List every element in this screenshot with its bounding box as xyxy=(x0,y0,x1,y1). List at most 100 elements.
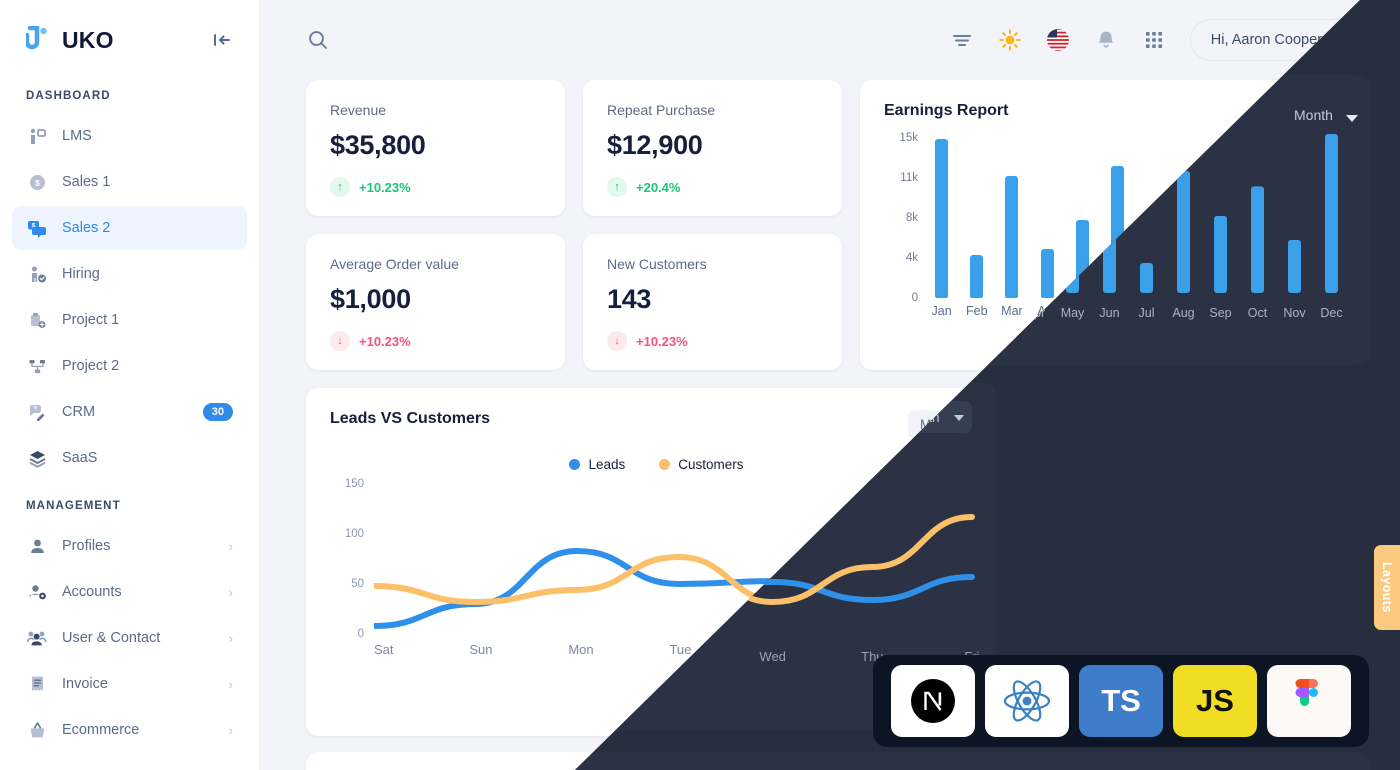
arrow-down-icon: ↓ xyxy=(330,331,350,351)
user-menu-button[interactable]: Hi, Aaron Cooper xyxy=(1189,19,1370,61)
bar-x-label: Feb xyxy=(965,304,988,318)
line-axis-tick: 50 xyxy=(351,578,364,590)
sidebar-item-label: Hiring xyxy=(62,266,100,282)
stat-delta-text: +10.23% xyxy=(359,333,411,349)
chevron-right-icon: › xyxy=(228,584,233,600)
online-status-dot xyxy=(1353,46,1363,56)
earnings-report-card: Earnings Report Month 0 4k 8k 11k 15k Jan Feb… xyxy=(860,80,1370,370)
sidebar-header: UKO xyxy=(0,0,259,80)
nextjs-logo-tile[interactable] xyxy=(891,665,975,737)
bell-icon[interactable] xyxy=(1094,28,1118,52)
sidebar-item-invoice[interactable]: Invoice › xyxy=(12,662,247,706)
basket-icon xyxy=(26,719,48,741)
legend-dot xyxy=(569,459,581,470)
stat-card-repeat-purchase: Repeat Purchase $12,900 ↑ +20.4% xyxy=(583,80,842,216)
search-icon[interactable] xyxy=(306,28,330,52)
sidebar-item-label: LMS xyxy=(62,128,92,144)
svg-text:$: $ xyxy=(35,178,40,188)
sidebar-section-management: MANAGEMENT xyxy=(26,500,121,512)
chevron-right-icon: › xyxy=(228,630,233,646)
sidebar-item-project-1[interactable]: Project 1 xyxy=(12,298,247,342)
bar-column[interactable] xyxy=(1311,138,1346,298)
brand[interactable]: UKO xyxy=(24,25,114,54)
status-badge: 30 xyxy=(202,403,233,421)
stat-value: $12,900 xyxy=(607,130,703,160)
collapse-left-icon[interactable] xyxy=(207,25,237,55)
bar-column[interactable] xyxy=(1276,138,1311,298)
sidebar-item-profiles[interactable]: Profiles › xyxy=(12,524,247,568)
sidebar-item-sales-1[interactable]: $ Sales 1 xyxy=(12,160,247,204)
flag-us-icon[interactable] xyxy=(1046,28,1070,52)
legend-item-customers: Customers xyxy=(659,457,744,472)
sidebar-item-saas[interactable]: SaaS xyxy=(12,436,247,480)
bar-x-label: Apr xyxy=(1037,304,1057,318)
bar-column[interactable] xyxy=(959,138,994,298)
bar-axis-tick: 15k xyxy=(899,132,918,144)
bar-column[interactable] xyxy=(1030,138,1065,298)
sidebar-item-label: Invoice xyxy=(62,676,108,692)
bar-column[interactable] xyxy=(994,138,1029,298)
bar-column[interactable] xyxy=(1100,138,1135,298)
earnings-period-dropdown[interactable]: Month xyxy=(1286,102,1346,118)
tech-stack-dock: TS JS xyxy=(873,655,1369,747)
line-series xyxy=(374,516,983,602)
stat-card-revenue: Revenue $35,800 ↑ +10.23% xyxy=(306,80,565,216)
sidebar-item-project-2[interactable]: Project 2 xyxy=(12,344,247,388)
layers-icon xyxy=(26,447,48,469)
chevron-right-icon: › xyxy=(228,722,233,738)
bar xyxy=(935,139,949,298)
sidebar-item-label: SaaS xyxy=(62,450,98,466)
figma-logo-tile[interactable] xyxy=(1267,665,1351,737)
stat-delta: ↑ +20.4% xyxy=(607,177,818,197)
legend-dot xyxy=(659,459,671,470)
arrow-down-icon: ↓ xyxy=(607,331,627,351)
grid-apps-icon[interactable] xyxy=(1142,28,1166,52)
sidebar-item-hiring[interactable]: Hiring xyxy=(12,252,247,296)
legend-item-leads: Leads xyxy=(569,457,625,472)
sidebar-item-lms[interactable]: LMS xyxy=(12,114,247,158)
earnings-bar-chart: 0 4k 8k 11k 15k Jan Feb Mar Apr May Jun Jul Aug Sep O… xyxy=(884,132,1346,328)
sidebar-item-user-contact[interactable]: User & Contact › xyxy=(12,616,247,660)
brand-name: UKO xyxy=(62,26,114,53)
chevron-right-icon: › xyxy=(228,538,233,554)
bar-x-label: Mar xyxy=(1001,304,1023,318)
bar xyxy=(1181,176,1195,298)
bar-chart-x-labels: Jan Feb Mar Apr May Jun Jul Aug Sep Oct Nov Dec xyxy=(924,304,1346,318)
line-axis-tick: 100 xyxy=(344,528,364,540)
typescript-logo-tile[interactable]: TS xyxy=(1079,665,1163,737)
bar-column[interactable] xyxy=(1170,138,1205,298)
react-logo-tile[interactable] xyxy=(985,665,1069,737)
bar-column[interactable] xyxy=(1241,138,1276,298)
sun-icon[interactable] xyxy=(998,28,1022,52)
stat-delta-text: +10.23% xyxy=(636,333,688,349)
line-x-label: Wed xyxy=(767,642,794,657)
bar-column[interactable] xyxy=(1205,138,1240,298)
lms-icon xyxy=(26,125,48,147)
bar xyxy=(1251,191,1265,298)
topbar-actions: Hi, Aaron Cooper xyxy=(950,19,1370,61)
leads-period-dropdown[interactable]: Month ▾ xyxy=(907,410,983,439)
chevron-down-icon: ▾ xyxy=(965,419,971,431)
line-x-label: Tue xyxy=(669,642,692,657)
sidebar-item-ecommerce[interactable]: Ecommerce › xyxy=(12,708,247,752)
line-chart-y-axis: 0 50 100 150 xyxy=(330,478,364,640)
bar-column[interactable] xyxy=(1065,138,1100,298)
filter-lines-icon[interactable] xyxy=(950,28,974,52)
sidebar-item-accounts[interactable]: Accounts › xyxy=(12,570,247,614)
sidebar: UKO DASHBOARD LMS $ Sales 1 $ Sales 2 Hi… xyxy=(0,0,260,770)
bar-column[interactable] xyxy=(924,138,959,298)
project-status-title: Project Status xyxy=(1145,410,1250,427)
bar-chart-plot xyxy=(924,138,1346,298)
sidebar-item-crm[interactable]: ? CRM 30 xyxy=(12,390,247,434)
react-logo xyxy=(1003,680,1051,722)
bar-column[interactable] xyxy=(1135,138,1170,298)
stat-title: Average Order value xyxy=(330,256,459,272)
layouts-tab[interactable]: Layouts xyxy=(1374,545,1400,630)
crm-icon: ? xyxy=(26,401,48,423)
javascript-logo-tile[interactable]: JS xyxy=(1173,665,1257,737)
earnings-header: Earnings Report Month xyxy=(884,102,1346,120)
sidebar-item-sales-2[interactable]: $ Sales 2 xyxy=(12,206,247,250)
leads-header: Leads VS Customers Month ▾ xyxy=(330,410,983,439)
bar-x-label: Oct xyxy=(1248,304,1268,318)
hiring-icon xyxy=(26,263,48,285)
